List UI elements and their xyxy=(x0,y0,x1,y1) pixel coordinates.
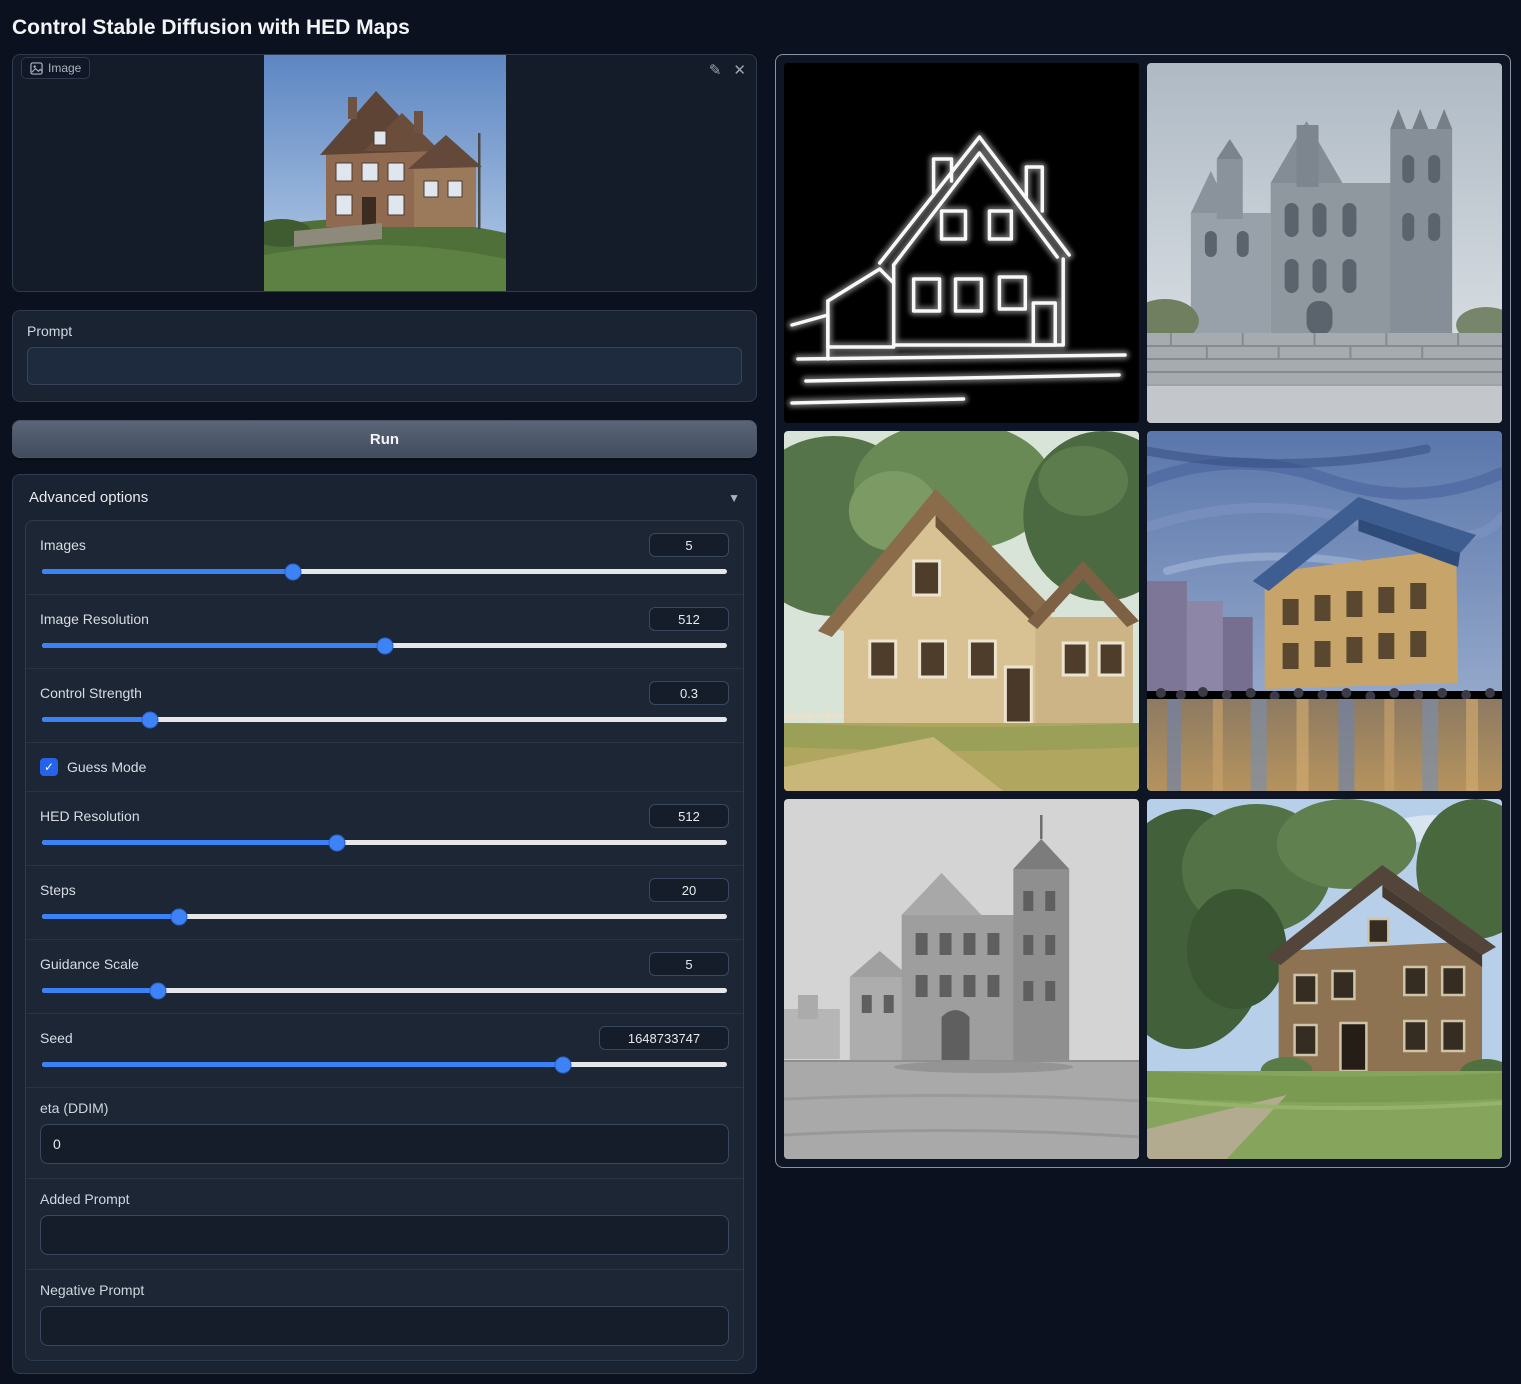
gallery-image-castle[interactable] xyxy=(1147,63,1502,423)
guess-mode-group: ✓ Guess Mode xyxy=(26,742,743,791)
negative-prompt-group: Negative Prompt xyxy=(26,1269,743,1360)
images-slider[interactable] xyxy=(42,569,727,574)
gallery-image-cottage[interactable] xyxy=(784,431,1139,791)
seed-slider-group: Seed xyxy=(26,1013,743,1087)
hed-resolution-value-input[interactable] xyxy=(649,804,729,828)
added-prompt-group: Added Prompt xyxy=(26,1178,743,1269)
image-resolution-slider-group: Image Resolution xyxy=(26,594,743,668)
controls-column: Image ✎ ✕ xyxy=(12,54,757,1374)
chevron-down-icon: ▼ xyxy=(728,491,740,505)
seed-value-input[interactable] xyxy=(599,1026,729,1050)
control-strength-slider-group: Control Strength xyxy=(26,668,743,742)
guess-mode-checkbox[interactable]: ✓ xyxy=(40,758,58,776)
uploaded-house-photo xyxy=(264,55,506,291)
prompt-input[interactable] xyxy=(27,347,742,385)
negative-prompt-label: Negative Prompt xyxy=(40,1282,729,1298)
output-gallery xyxy=(775,54,1511,1168)
images-value-input[interactable] xyxy=(649,533,729,557)
hed-resolution-label: HED Resolution xyxy=(40,808,140,824)
guidance-scale-slider-group: Guidance Scale xyxy=(26,939,743,1013)
app-page: Control Stable Diffusion with HED Maps I… xyxy=(0,0,1521,1384)
added-prompt-label: Added Prompt xyxy=(40,1191,729,1207)
steps-slider[interactable] xyxy=(42,914,727,919)
eta-input[interactable] xyxy=(40,1124,729,1164)
seed-slider[interactable] xyxy=(42,1062,727,1067)
control-strength-label: Control Strength xyxy=(40,685,142,701)
advanced-options-header[interactable]: Advanced options ▼ xyxy=(13,475,756,520)
image-icon xyxy=(30,62,43,75)
guidance-scale-value-input[interactable] xyxy=(649,952,729,976)
house-trees-thumbnail xyxy=(1147,799,1502,1159)
advanced-options-title: Advanced options xyxy=(29,489,148,506)
hed-resolution-slider-group: HED Resolution xyxy=(26,791,743,865)
hed-map-thumbnail xyxy=(784,63,1139,423)
gallery-image-hed-map[interactable] xyxy=(784,63,1139,423)
eta-label: eta (DDIM) xyxy=(40,1100,729,1116)
control-strength-value-input[interactable] xyxy=(649,681,729,705)
prompt-label: Prompt xyxy=(27,323,742,339)
guidance-scale-slider[interactable] xyxy=(42,988,727,993)
stylized-painting-thumbnail xyxy=(1147,431,1502,791)
advanced-options-panel: Images Image Resolution xyxy=(25,520,744,1361)
results-column xyxy=(775,54,1511,1168)
close-icon: ✕ xyxy=(733,62,746,79)
advanced-options-accordion: Advanced options ▼ Images Image Resoluti… xyxy=(12,474,757,1374)
eta-group: eta (DDIM) xyxy=(26,1087,743,1178)
check-icon: ✓ xyxy=(44,760,54,774)
grayscale-building-thumbnail xyxy=(784,799,1139,1159)
gallery-image-stylized-painting[interactable] xyxy=(1147,431,1502,791)
cottage-thumbnail xyxy=(784,431,1139,791)
clear-image-button[interactable]: ✕ xyxy=(733,63,746,78)
prompt-block: Prompt xyxy=(12,310,757,402)
image-resolution-slider[interactable] xyxy=(42,643,727,648)
image-resolution-value-input[interactable] xyxy=(649,607,729,631)
castle-thumbnail xyxy=(1147,63,1502,423)
image-resolution-label: Image Resolution xyxy=(40,611,149,627)
page-title: Control Stable Diffusion with HED Maps xyxy=(12,10,1509,54)
steps-label: Steps xyxy=(40,882,76,898)
images-slider-group: Images xyxy=(26,521,743,594)
images-label: Images xyxy=(40,537,86,553)
gallery-image-grayscale-building[interactable] xyxy=(784,799,1139,1159)
negative-prompt-input[interactable] xyxy=(40,1306,729,1346)
edit-image-button[interactable]: ✎ xyxy=(709,63,722,78)
control-strength-slider[interactable] xyxy=(42,717,727,722)
steps-value-input[interactable] xyxy=(649,878,729,902)
pencil-icon: ✎ xyxy=(709,62,722,79)
added-prompt-input[interactable] xyxy=(40,1215,729,1255)
steps-slider-group: Steps xyxy=(26,865,743,939)
run-button[interactable]: Run xyxy=(12,420,757,458)
image-input-label: Image xyxy=(48,61,81,75)
hed-resolution-slider[interactable] xyxy=(42,840,727,845)
seed-label: Seed xyxy=(40,1030,73,1046)
gallery-image-house-trees[interactable] xyxy=(1147,799,1502,1159)
guess-mode-label: Guess Mode xyxy=(67,759,146,775)
guidance-scale-label: Guidance Scale xyxy=(40,956,139,972)
image-input-block[interactable]: Image ✎ ✕ xyxy=(12,54,757,292)
image-input-label-badge: Image xyxy=(21,57,90,79)
